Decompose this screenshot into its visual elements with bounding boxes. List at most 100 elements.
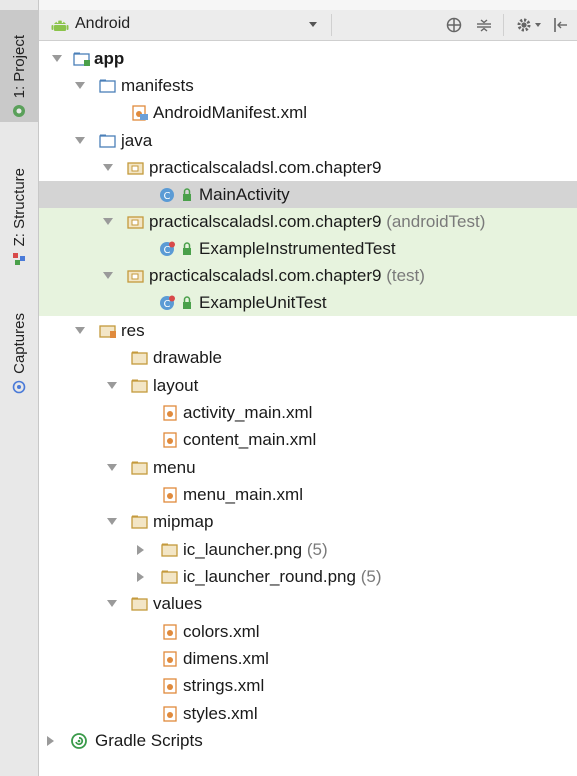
tree-node-label: practicalscaladsl.com.chapter9 (androidT… bbox=[149, 211, 486, 231]
folder-icon bbox=[131, 515, 148, 529]
tool-tab-structure-label: Z: Structure bbox=[10, 167, 28, 246]
expand-arrow-icon[interactable] bbox=[103, 218, 113, 225]
scroll-from-source-icon[interactable] bbox=[445, 16, 463, 34]
svg-text:C: C bbox=[164, 299, 171, 310]
source-set-suffix: (test) bbox=[386, 265, 425, 285]
expand-arrow-icon[interactable] bbox=[75, 82, 85, 89]
collapse-arrow-icon[interactable] bbox=[47, 735, 54, 746]
tree-node-package[interactable]: practicalscaladsl.com.chapter9 bbox=[39, 154, 577, 181]
xml-file-icon bbox=[163, 677, 177, 694]
folder-icon bbox=[131, 379, 148, 393]
tree-node-content-main-xml[interactable]: content_main.xml bbox=[39, 426, 577, 453]
gear-icon[interactable] bbox=[515, 16, 533, 34]
tree-node-mipmap[interactable]: mipmap bbox=[39, 508, 577, 535]
tool-tab-captures-label: Captures bbox=[10, 313, 28, 374]
tool-tab-project[interactable]: 1: Project bbox=[0, 10, 38, 122]
expand-arrow-icon[interactable] bbox=[103, 164, 113, 171]
collapse-arrow-icon[interactable] bbox=[137, 544, 144, 555]
manifest-file-icon bbox=[132, 104, 148, 121]
tree-node-label: dimens.xml bbox=[183, 648, 269, 668]
tool-tab-captures[interactable]: Captures bbox=[0, 298, 38, 398]
tree-node-activity-main-xml[interactable]: activity_main.xml bbox=[39, 399, 577, 426]
lock-icon bbox=[183, 295, 191, 309]
tool-tab-project-label: 1: Project bbox=[10, 34, 28, 98]
tree-node-label: menu_main.xml bbox=[183, 484, 303, 504]
toolbar-divider bbox=[503, 14, 504, 36]
folder-icon bbox=[131, 461, 148, 475]
tree-node-label: strings.xml bbox=[183, 675, 265, 695]
tree-node-android-manifest[interactable]: AndroidManifest.xml bbox=[39, 99, 577, 126]
tree-node-label: AndroidManifest.xml bbox=[153, 102, 308, 122]
tree-node-package-test[interactable]: practicalscaladsl.com.chapter9 (test) bbox=[39, 262, 577, 289]
gradle-icon bbox=[71, 732, 87, 749]
resource-folder-icon bbox=[99, 324, 116, 338]
tree-node-label: drawable bbox=[153, 347, 222, 367]
tree-node-label: activity_main.xml bbox=[183, 402, 313, 422]
tree-node-manifests[interactable]: manifests bbox=[39, 72, 577, 99]
lock-icon bbox=[183, 187, 191, 201]
tree-node-label: mipmap bbox=[153, 511, 214, 531]
window-top-edge bbox=[39, 0, 577, 10]
tree-node-res[interactable]: res bbox=[39, 317, 577, 344]
tree-node-label: ic_launcher_round.png (5) bbox=[183, 566, 382, 586]
tree-node-label: ic_launcher.png (5) bbox=[183, 539, 328, 559]
tree-node-app[interactable]: app bbox=[39, 45, 577, 72]
tree-node-example-unit-test[interactable]: C ExampleUnitTest bbox=[39, 289, 577, 316]
folder-icon bbox=[131, 597, 148, 611]
tree-node-ic-launcher-round[interactable]: ic_launcher_round.png (5) bbox=[39, 563, 577, 590]
tree-node-java[interactable]: java bbox=[39, 127, 577, 154]
folder-icon bbox=[161, 570, 178, 584]
project-view-header: Android bbox=[39, 0, 577, 41]
tree-node-label: colors.xml bbox=[183, 621, 260, 641]
tree-node-label: Gradle Scripts bbox=[95, 730, 203, 750]
class-icon: C bbox=[160, 187, 174, 202]
xml-file-icon bbox=[163, 404, 177, 421]
tree-node-colors-xml[interactable]: colors.xml bbox=[39, 618, 577, 645]
tree-node-layout[interactable]: layout bbox=[39, 372, 577, 399]
tree-node-ic-launcher[interactable]: ic_launcher.png (5) bbox=[39, 536, 577, 563]
expand-arrow-icon[interactable] bbox=[107, 464, 117, 471]
tree-node-label: ExampleInstrumentedTest bbox=[199, 238, 396, 258]
tree-node-gradle-scripts[interactable]: Gradle Scripts bbox=[39, 727, 577, 754]
gear-dropdown-icon[interactable] bbox=[535, 23, 541, 27]
lock-icon bbox=[183, 241, 191, 255]
tree-node-label: ExampleUnitTest bbox=[199, 292, 327, 312]
tree-node-values[interactable]: values bbox=[39, 590, 577, 617]
xml-file-icon bbox=[163, 705, 177, 722]
expand-arrow-icon[interactable] bbox=[107, 518, 117, 525]
tree-node-strings-xml[interactable]: strings.xml bbox=[39, 672, 577, 699]
expand-arrow-icon[interactable] bbox=[107, 600, 117, 607]
tree-node-drawable[interactable]: drawable bbox=[39, 344, 577, 371]
android-icon bbox=[51, 20, 69, 31]
view-mode-select[interactable]: Android bbox=[75, 15, 130, 33]
tree-node-example-instrumented-test[interactable]: C ExampleInstrumentedTest bbox=[39, 235, 577, 262]
collapse-arrow-icon[interactable] bbox=[137, 571, 144, 582]
expand-arrow-icon[interactable] bbox=[103, 272, 113, 279]
xml-file-icon bbox=[163, 431, 177, 448]
expand-arrow-icon[interactable] bbox=[75, 137, 85, 144]
tool-tab-structure[interactable]: Z: Structure bbox=[0, 150, 38, 270]
tree-node-label: res bbox=[121, 320, 145, 340]
collapse-all-icon[interactable] bbox=[475, 16, 493, 34]
hide-panel-icon[interactable] bbox=[551, 16, 569, 34]
expand-arrow-icon[interactable] bbox=[75, 327, 85, 334]
tree-node-styles-xml[interactable]: styles.xml bbox=[39, 700, 577, 727]
toolbar-divider bbox=[331, 14, 332, 36]
expand-arrow-icon[interactable] bbox=[107, 382, 117, 389]
tree-node-label: MainActivity bbox=[199, 184, 290, 204]
module-folder-icon bbox=[73, 52, 90, 66]
tree-node-package-android-test[interactable]: practicalscaladsl.com.chapter9 (androidT… bbox=[39, 208, 577, 235]
tree-node-label: values bbox=[153, 593, 203, 613]
tree-node-dimens-xml[interactable]: dimens.xml bbox=[39, 645, 577, 672]
package-folder-icon bbox=[127, 161, 144, 175]
expand-arrow-icon[interactable] bbox=[52, 55, 62, 62]
project-icon bbox=[13, 105, 25, 117]
tree-node-menu[interactable]: menu bbox=[39, 454, 577, 481]
tree-node-label: manifests bbox=[121, 75, 194, 95]
folder-icon bbox=[99, 79, 116, 93]
tree-node-menu-main-xml[interactable]: menu_main.xml bbox=[39, 481, 577, 508]
xml-file-icon bbox=[163, 486, 177, 503]
chevron-down-icon[interactable] bbox=[309, 22, 317, 27]
xml-file-icon bbox=[163, 623, 177, 640]
tree-node-main-activity[interactable]: C MainActivity bbox=[39, 181, 577, 208]
